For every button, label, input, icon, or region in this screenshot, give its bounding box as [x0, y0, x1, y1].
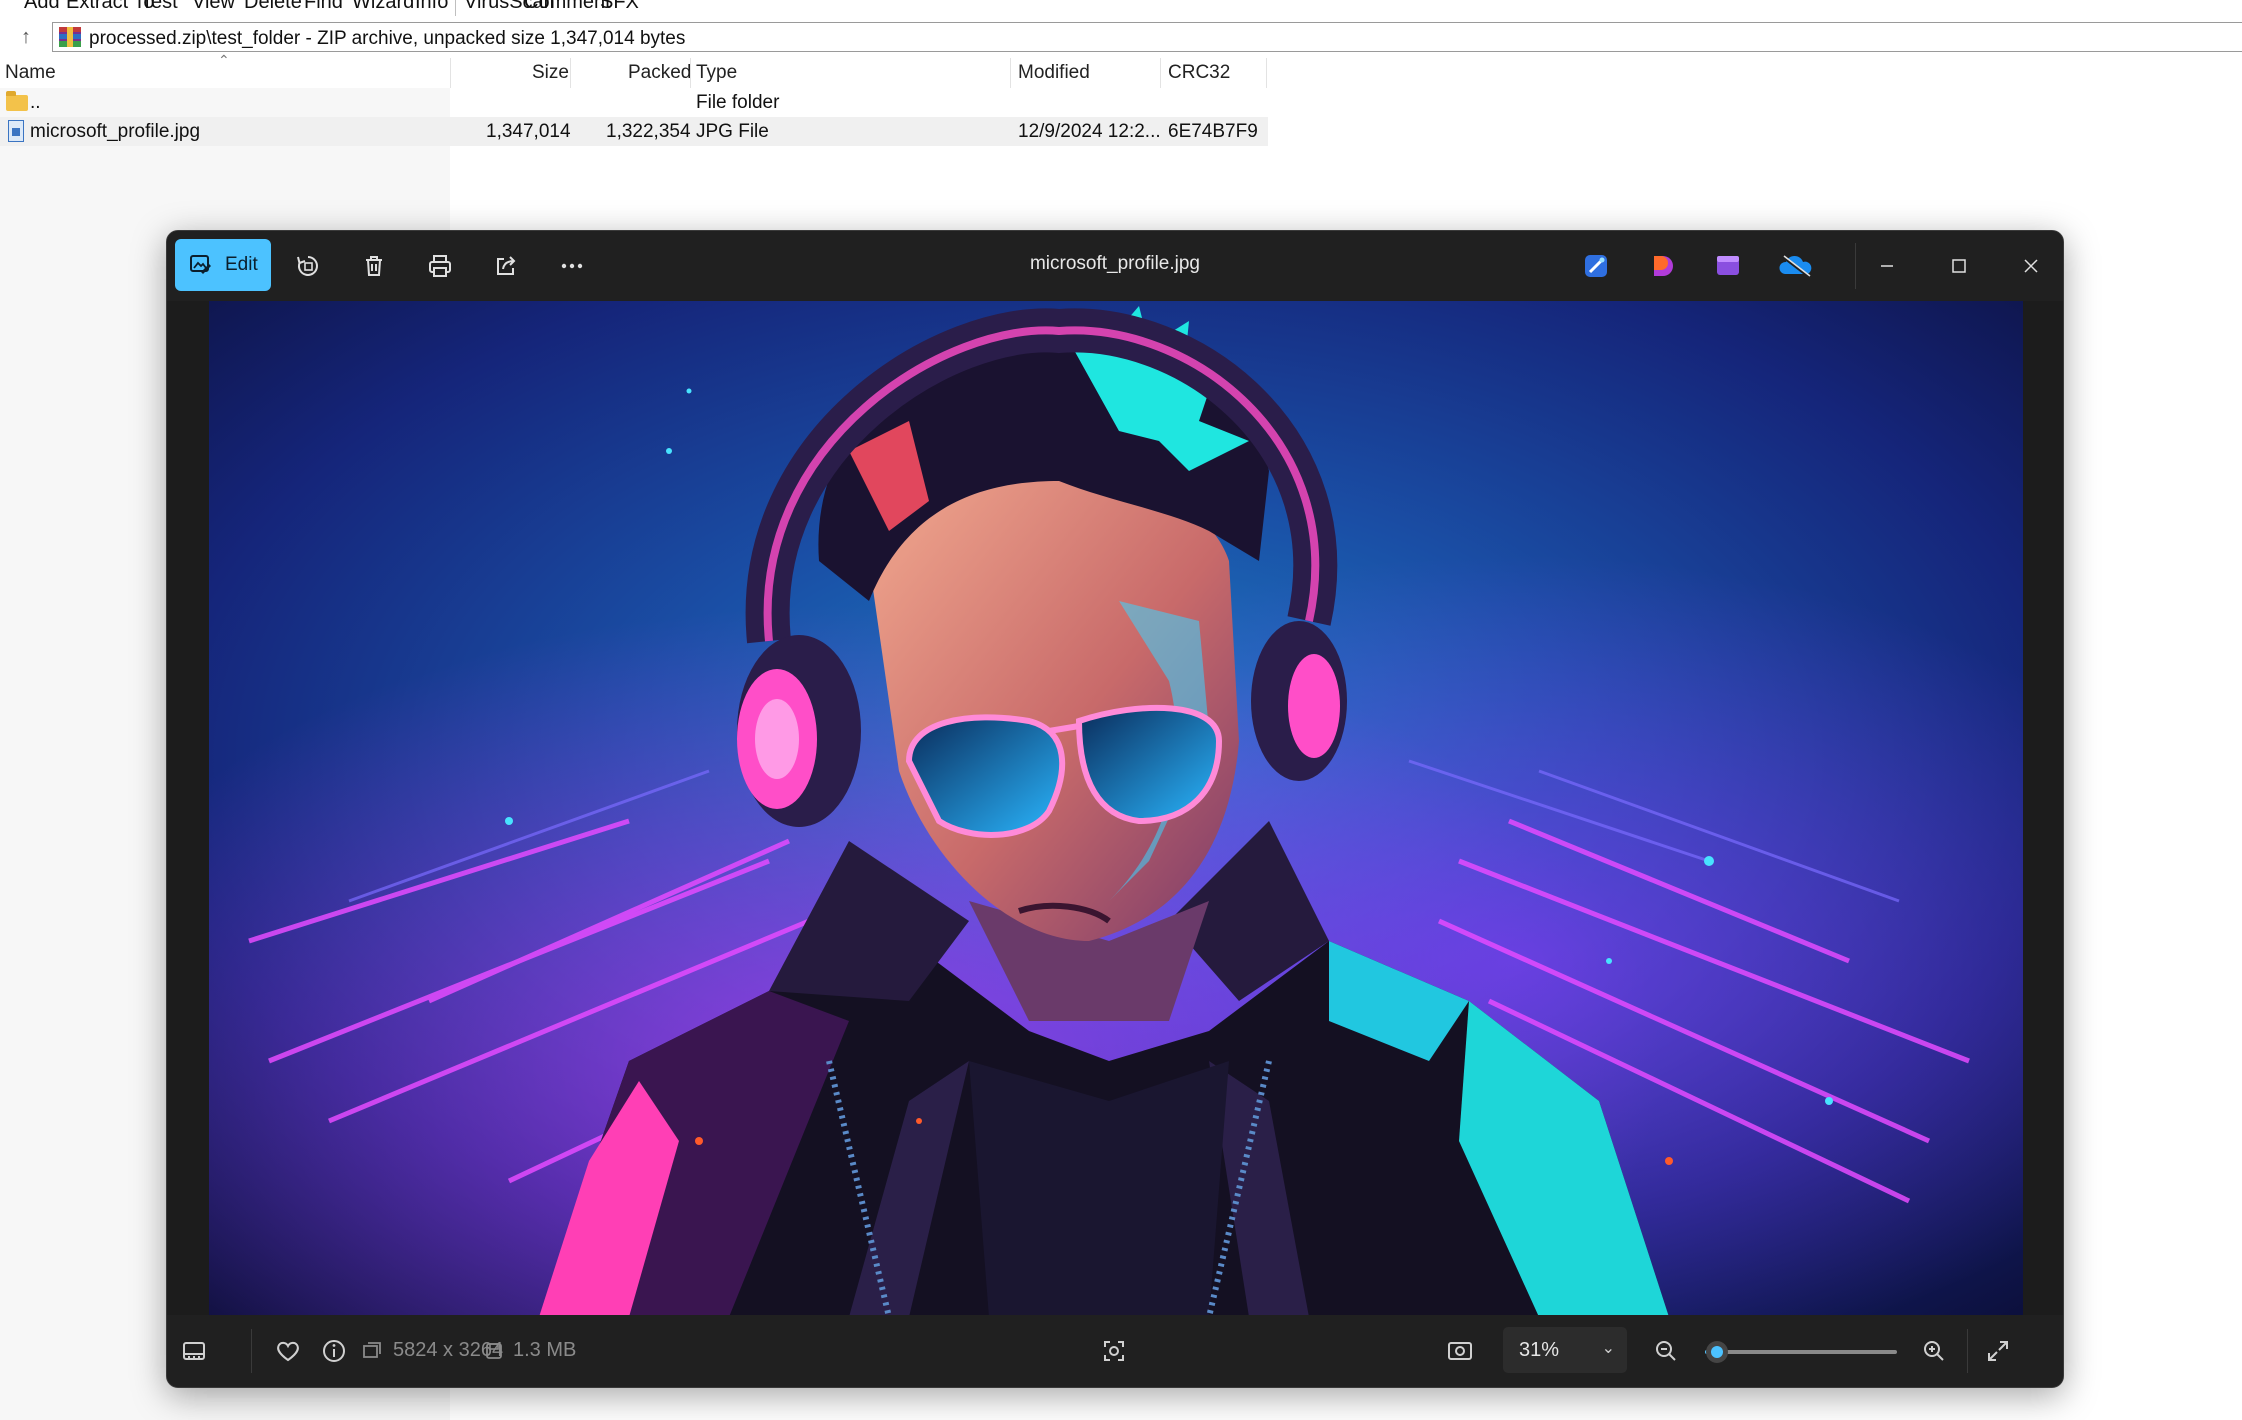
row-modified: 12/9/2024 12:2...	[1018, 121, 1161, 142]
toolbar-wizard[interactable]: Wizard	[352, 0, 414, 14]
actual-size-icon[interactable]	[1441, 1332, 1479, 1370]
column-header-modified[interactable]: Modified	[1018, 58, 1090, 88]
address-text: processed.zip\test_folder - ZIP archive,…	[89, 28, 686, 49]
toolbar-delete[interactable]: Delete	[244, 0, 302, 14]
toolbar-comment[interactable]: Comment	[524, 0, 611, 14]
more-icon[interactable]	[553, 247, 591, 285]
zoom-out-icon[interactable]	[1647, 1332, 1685, 1370]
toolbar-add[interactable]: Add	[24, 0, 60, 14]
row-size: 1,347,014	[486, 121, 571, 142]
photos-bottom-bar: 5824 x 3264 1.3 MB 31% ⌄	[167, 1315, 2063, 1387]
toolbar-find[interactable]: Find	[304, 0, 343, 14]
maximize-icon	[1952, 259, 1966, 273]
bottom-separator	[1967, 1329, 1968, 1373]
column-header-type[interactable]: Type	[696, 58, 737, 88]
up-arrow-icon[interactable]: ↑	[14, 25, 38, 49]
maximize-button[interactable]	[1929, 241, 1989, 291]
edit-image-icon	[190, 255, 211, 274]
column-divider[interactable]	[1266, 58, 1267, 88]
image-canvas[interactable]	[167, 301, 2063, 1317]
fullscreen-icon[interactable]	[1979, 1332, 2017, 1370]
delete-icon[interactable]	[355, 247, 393, 285]
toolbar-separator	[1855, 243, 1856, 289]
toolbar-test[interactable]: Test	[141, 0, 178, 14]
column-divider[interactable]	[450, 58, 451, 88]
filmstrip-icon[interactable]	[175, 1332, 213, 1370]
address-row: ↑ processed.zip\test_folder - ZIP archiv…	[0, 20, 2242, 54]
toolbar-separator	[455, 0, 456, 16]
minimize-icon	[1881, 265, 1893, 267]
resolution-icon	[357, 1332, 387, 1370]
column-header-size[interactable]: Size	[532, 58, 569, 88]
zoom-slider[interactable]	[1705, 1341, 1897, 1363]
row-name: microsoft_profile.jpg	[30, 121, 201, 142]
row-name: ..	[30, 92, 41, 113]
row-packed: 1,322,354	[606, 121, 691, 142]
profile-image-artwork	[209, 301, 2023, 1317]
minimize-button[interactable]	[1857, 241, 1917, 291]
column-divider[interactable]	[1010, 58, 1011, 88]
column-header-crc32[interactable]: CRC32	[1168, 58, 1230, 88]
zoom-in-icon[interactable]	[1915, 1332, 1953, 1370]
sort-ascending-icon: ⌃	[218, 52, 230, 68]
folder-icon	[6, 91, 28, 111]
table-row-parent[interactable]: .. File folder	[0, 88, 1268, 117]
column-divider[interactable]	[570, 58, 571, 88]
edit-button[interactable]: Edit	[175, 239, 271, 291]
clipchamp-icon[interactable]	[1649, 253, 1675, 279]
profile-image[interactable]	[209, 301, 2023, 1317]
table-row-file[interactable]: microsoft_profile.jpg 1,347,014 1,322,35…	[0, 117, 1268, 146]
rotate-icon[interactable]	[289, 247, 327, 285]
archive-toolbar: Add Extract To Test View Delete Find Wiz…	[0, 0, 2242, 16]
archive-icon	[59, 27, 81, 47]
info-icon[interactable]	[315, 1332, 353, 1370]
chevron-down-icon: ⌄	[1601, 1340, 1615, 1357]
close-icon	[2024, 259, 2038, 273]
video-editor-icon[interactable]	[1715, 253, 1741, 279]
zoom-dropdown[interactable]: 31% ⌄	[1503, 1327, 1627, 1373]
edit-label: Edit	[225, 254, 258, 275]
designer-icon[interactable]	[1583, 253, 1609, 279]
file-size-icon	[479, 1332, 509, 1370]
favorite-icon[interactable]	[269, 1332, 307, 1370]
share-icon[interactable]	[487, 247, 525, 285]
column-header-packed[interactable]: Packed	[628, 58, 691, 88]
photos-window: Edit microsoft_profile.jpg 5824 x 3264 1…	[166, 230, 2064, 1388]
zoom-slider-thumb[interactable]	[1705, 1341, 1728, 1363]
row-type: File folder	[696, 92, 780, 113]
photos-titlebar[interactable]: Edit microsoft_profile.jpg	[167, 231, 2063, 301]
toolbar-sfx[interactable]: SFX	[600, 0, 639, 14]
column-divider[interactable]	[690, 58, 691, 88]
zoom-level: 31%	[1519, 1339, 1560, 1361]
image-file-icon	[8, 120, 24, 142]
row-crc32: 6E74B7F9	[1168, 121, 1258, 142]
visual-search-icon[interactable]	[1095, 1332, 1133, 1370]
row-type: JPG File	[696, 121, 769, 142]
onedrive-icon[interactable]	[1779, 253, 1813, 279]
column-divider[interactable]	[1160, 58, 1161, 88]
close-button[interactable]	[2001, 241, 2061, 291]
toolbar-view[interactable]: View	[192, 0, 235, 14]
toolbar-info[interactable]: Info	[415, 0, 448, 14]
address-bar[interactable]: processed.zip\test_folder - ZIP archive,…	[52, 22, 2242, 52]
column-header-name[interactable]: Name	[5, 58, 56, 88]
print-icon[interactable]	[421, 247, 459, 285]
bottom-separator	[251, 1329, 252, 1373]
file-size: 1.3 MB	[513, 1339, 577, 1361]
